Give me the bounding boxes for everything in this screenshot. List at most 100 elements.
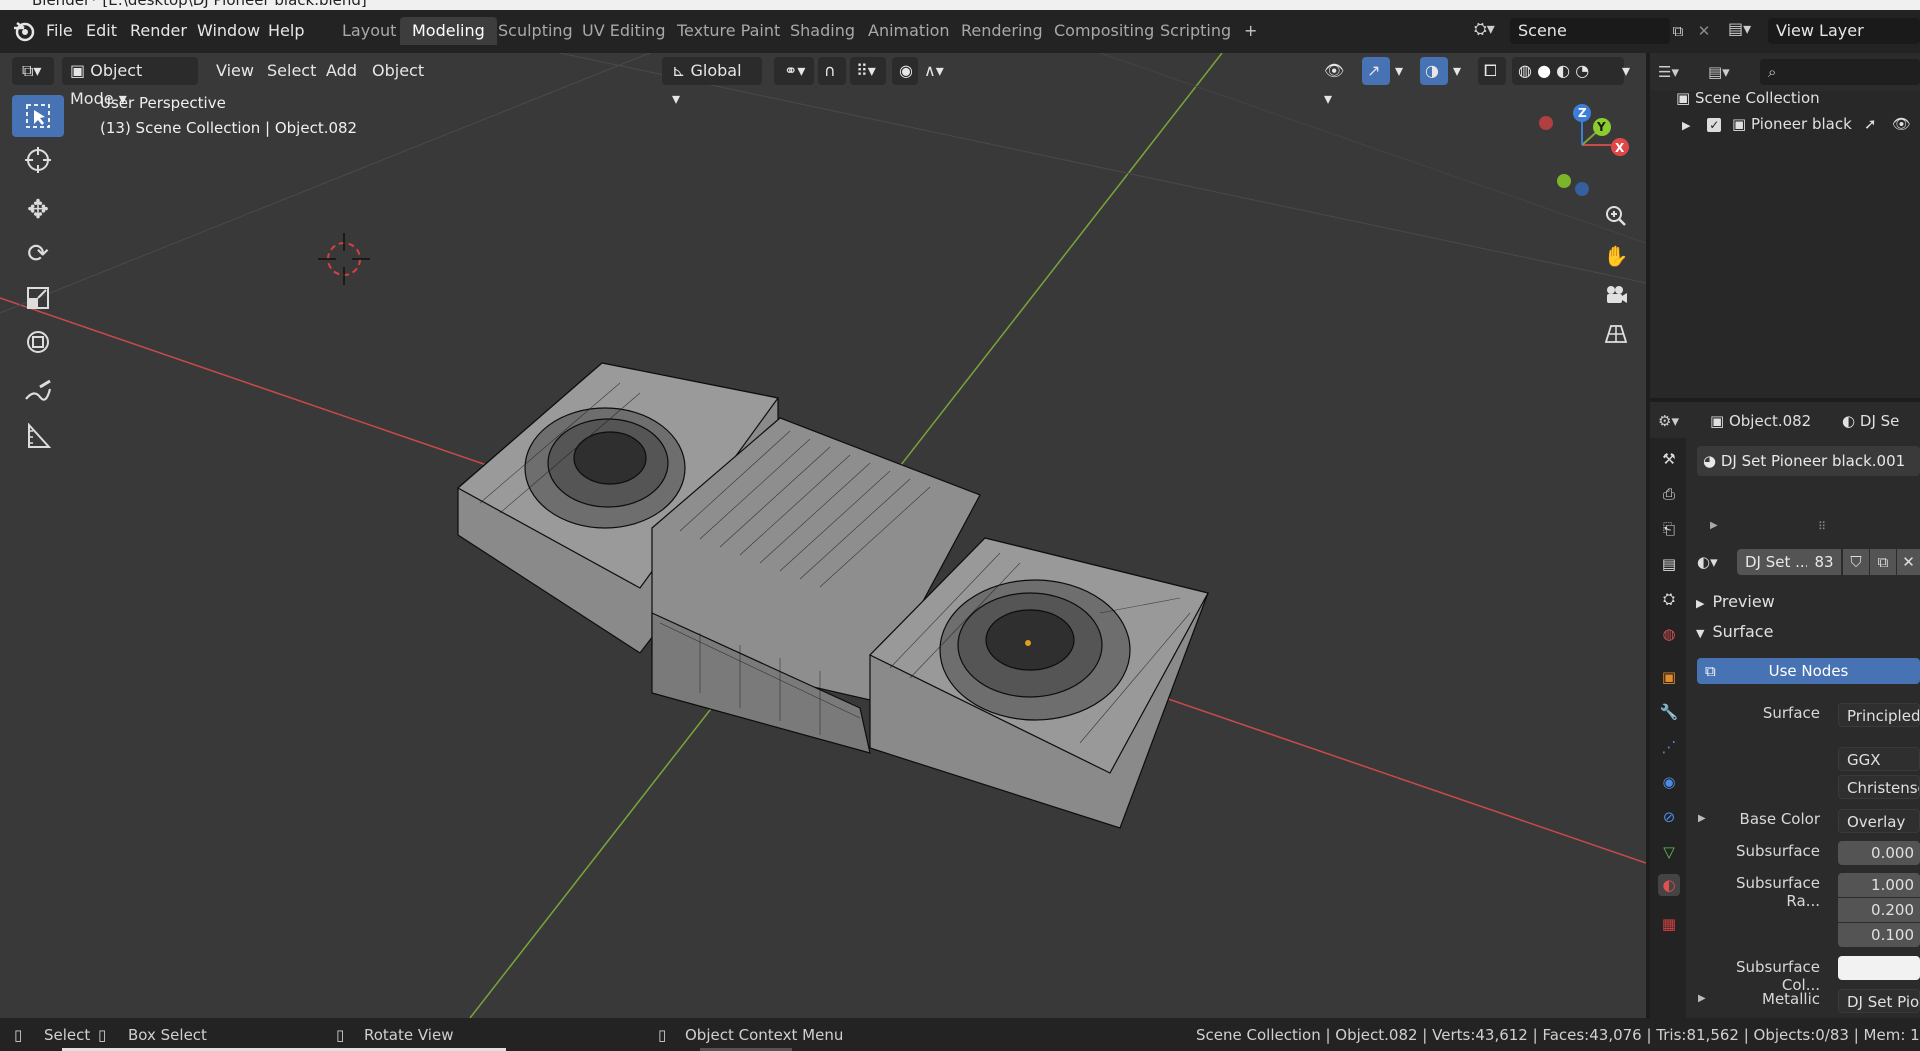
chevron-down-icon[interactable]: ▾ xyxy=(1392,57,1412,85)
exclude-checkbox[interactable]: ✓ xyxy=(1707,117,1722,132)
falloff-dropdown[interactable]: ∧▾ xyxy=(920,57,956,85)
chevron-down-icon[interactable]: ▾ xyxy=(1450,57,1470,85)
material-name-field[interactable]: DJ Set ... xyxy=(1737,549,1807,575)
subsurface-method-dropdown[interactable]: Christense xyxy=(1838,775,1920,799)
tab-texture-paint[interactable]: Texture Paint xyxy=(665,17,792,45)
blender-logo-icon[interactable] xyxy=(12,19,36,43)
view-layer-icon[interactable]: ▤▾ xyxy=(1728,19,1764,45)
render-tab-icon[interactable]: ⎙ xyxy=(1658,483,1680,505)
3d-viewport[interactable]: X Y Z ⧉▾ ▣ Object Mode ▾ View Select Add… xyxy=(0,53,1646,1018)
menu-window[interactable]: Window xyxy=(197,20,260,42)
subsurface-value[interactable]: 0.000 xyxy=(1838,841,1920,865)
expand-arrow-icon[interactable]: ▶ xyxy=(1682,119,1690,132)
editor-type-dropdown[interactable]: ⧉▾ xyxy=(12,57,54,85)
material-shading-icon[interactable]: ◐ xyxy=(1556,61,1570,80)
view-layer-field[interactable]: View Layer xyxy=(1768,18,1920,44)
selectable-toggle-icon[interactable]: ➚ xyxy=(1864,111,1877,137)
cursor-tool[interactable] xyxy=(12,139,64,181)
eye-icon[interactable]: 👁 xyxy=(1892,111,1911,137)
menu-help[interactable]: Help xyxy=(268,20,304,42)
menu-view[interactable]: View xyxy=(206,57,264,85)
surface-shader-field[interactable]: Principled B xyxy=(1838,703,1920,727)
snap-settings-icon[interactable]: ⠿▾ xyxy=(850,57,886,85)
rendered-shading-icon[interactable]: ◔ xyxy=(1575,61,1589,80)
proportional-edit-icon[interactable]: ◉ xyxy=(892,57,918,85)
user-count-badge[interactable]: 83 xyxy=(1807,549,1841,575)
camera-view-icon[interactable] xyxy=(1598,277,1634,313)
select-box-tool[interactable] xyxy=(12,95,64,137)
gizmo-x-label[interactable]: X xyxy=(1615,141,1624,155)
add-workspace-button[interactable]: + xyxy=(1232,17,1269,45)
shading-mode-group[interactable]: ◍ ● ◐ ◔ xyxy=(1512,57,1624,85)
transform-orientation-dropdown[interactable]: ⊾ Global ▾ xyxy=(662,57,762,108)
texture-tab-icon[interactable]: ▦ xyxy=(1658,913,1680,935)
display-mode-icon[interactable]: ▤▾ xyxy=(1708,59,1748,85)
visibility-dropdown[interactable]: 👁▾ xyxy=(1318,57,1358,108)
subsurface-radius-y[interactable]: 0.200 xyxy=(1838,898,1920,922)
scale-tool[interactable] xyxy=(12,277,64,319)
expand-arrow-icon[interactable]: ▶ xyxy=(1710,520,1718,531)
menu-edit[interactable]: Edit xyxy=(86,20,117,42)
menu-render[interactable]: Render xyxy=(130,20,187,42)
gizmo-toggle-icon[interactable]: ↗ xyxy=(1362,57,1390,85)
solid-shading-icon[interactable]: ● xyxy=(1537,61,1551,80)
view-layer-tab-icon[interactable]: ▤ xyxy=(1658,553,1680,575)
subsurface-color-swatch[interactable] xyxy=(1838,956,1920,980)
scene-collection-row[interactable]: ▣ Scene Collection xyxy=(1676,85,1820,111)
menu-file[interactable]: File xyxy=(46,20,73,42)
gizmo-z-label[interactable]: Z xyxy=(1578,106,1587,120)
shading-options-dropdown[interactable]: ▾ xyxy=(1618,57,1642,85)
duplicate-material-icon[interactable]: ⧉ xyxy=(1870,549,1896,575)
use-nodes-button[interactable]: ⧉ Use Nodes xyxy=(1697,658,1920,684)
material-slot-row[interactable]: ◕ DJ Set Pioneer black.001 xyxy=(1697,446,1920,476)
resize-handle-icon[interactable]: ⠿ xyxy=(1818,520,1826,533)
snap-toggle-icon[interactable]: ∩ xyxy=(818,57,846,85)
tab-rendering[interactable]: Rendering xyxy=(949,17,1055,45)
base-color-field[interactable]: Overlay xyxy=(1838,809,1920,833)
rotate-tool[interactable]: ⟳ xyxy=(12,233,64,275)
measure-tool[interactable] xyxy=(12,415,64,457)
delete-scene-icon[interactable]: ✕ xyxy=(1692,18,1716,44)
distribution-dropdown[interactable]: GGX xyxy=(1838,747,1920,771)
outliner-search-input[interactable]: ⌕ xyxy=(1760,59,1920,85)
object-tab-icon[interactable]: ▣ xyxy=(1658,666,1680,688)
gizmo-y-label[interactable]: Y xyxy=(1597,120,1606,134)
data-tab-icon[interactable]: ▽ xyxy=(1658,841,1680,863)
tab-shading[interactable]: Shading xyxy=(778,17,867,45)
menu-object[interactable]: Object xyxy=(362,57,434,85)
unlink-material-icon[interactable]: ✕ xyxy=(1897,549,1920,575)
output-tab-icon[interactable]: ⎗ xyxy=(1658,518,1680,540)
xray-toggle-icon[interactable]: ⧠ xyxy=(1478,57,1506,85)
subsurface-radius-x[interactable]: 1.000 xyxy=(1838,873,1920,897)
annotate-tool[interactable] xyxy=(12,371,64,413)
world-tab-icon[interactable]: ◍ xyxy=(1658,623,1680,645)
subsurface-radius-z[interactable]: 0.100 xyxy=(1838,923,1920,947)
hand-pan-icon[interactable]: ✋ xyxy=(1598,238,1634,274)
zoom-icon[interactable] xyxy=(1598,198,1634,234)
tab-modeling[interactable]: Modeling xyxy=(400,17,497,45)
particles-tab-icon[interactable]: ⋰ xyxy=(1658,736,1680,758)
overlays-toggle-icon[interactable]: ◑ xyxy=(1420,57,1448,85)
pivot-point-dropdown[interactable]: ⚭▾ xyxy=(774,57,814,85)
move-tool[interactable]: ✥ xyxy=(12,189,64,231)
scene-tab-icon[interactable]: ⛭ xyxy=(1658,588,1680,610)
wireframe-shading-icon[interactable]: ◍ xyxy=(1518,61,1532,80)
scene-icon[interactable]: ⛭▾ xyxy=(1474,19,1510,45)
fake-user-shield-icon[interactable]: ⛉ xyxy=(1843,549,1869,575)
menu-add[interactable]: Add xyxy=(316,57,367,85)
outliner-item[interactable]: ▶ ✓ ▣ Pioneer black ➚ 👁 xyxy=(1682,111,1920,137)
modifier-tab-icon[interactable]: 🔧 xyxy=(1658,701,1680,723)
new-scene-icon[interactable]: ⧉ xyxy=(1666,18,1690,44)
tab-layout[interactable]: Layout xyxy=(330,17,408,45)
surface-section-header[interactable]: ▼ Surface xyxy=(1696,620,1773,644)
tab-scripting[interactable]: Scripting xyxy=(1148,17,1243,45)
properties-editor-type-icon[interactable]: ⚙▾ xyxy=(1658,408,1698,434)
scene-name-field[interactable]: Scene xyxy=(1510,18,1670,44)
perspective-toggle-icon[interactable] xyxy=(1598,316,1634,352)
preview-section-header[interactable]: ▶ Preview xyxy=(1696,590,1775,614)
mode-dropdown[interactable]: ▣ Object Mode ▾ xyxy=(62,57,198,108)
outliner-editor-type-icon[interactable]: ☰▾ xyxy=(1658,59,1698,85)
physics-tab-icon[interactable]: ◉ xyxy=(1658,771,1680,793)
material-tab-icon[interactable]: ◐ xyxy=(1658,874,1680,896)
tab-uv-editing[interactable]: UV Editing xyxy=(570,17,677,45)
